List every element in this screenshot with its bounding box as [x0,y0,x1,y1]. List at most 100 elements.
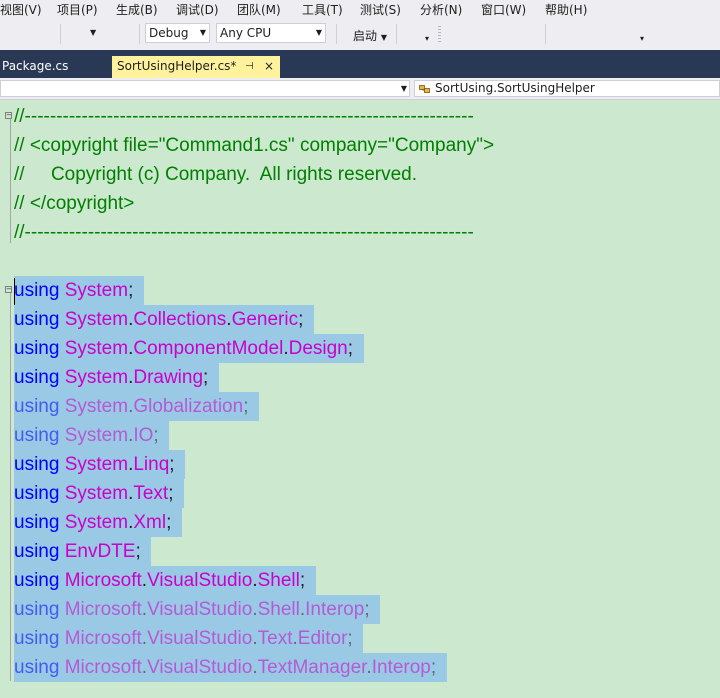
namespace-part: Text [257,628,293,649]
toolbar-separator [396,24,397,44]
outline-line [10,119,11,243]
menu-project[interactable]: 项目(P) [57,1,98,18]
tab-label: Package.cs [2,59,69,73]
tab-sortusinghelper[interactable]: SortUsingHelper.cs* ⊣ × [112,56,280,78]
using-directive: using System.ComponentModel.Design; [14,338,354,359]
outline-line [10,293,11,681]
pin-icon[interactable]: ⊣ [245,56,254,77]
comment-line: // </copyright> [14,193,135,214]
namespace-part: Microsoft [64,657,142,678]
menu-bar: 视图(V) 项目(P) 生成(B) 调试(D) 团队(M) 工具(T) 测试(S… [0,0,720,18]
collapse-toggle[interactable]: − [5,286,12,293]
class-icon [419,85,430,93]
namespace-part: Generic [231,309,299,330]
comment-line: // <copyright file="Command1.cs" company… [14,135,495,156]
type-label: SortUsing.SortUsingHelper [435,81,595,95]
using-keyword: using [14,628,60,649]
document-tab-strip: Package.cs SortUsingHelper.cs* ⊣ × [0,50,720,78]
collapse-toggle[interactable]: − [5,112,12,119]
tab-label: SortUsingHelper.cs* [117,59,237,73]
namespace-part: IO [133,425,154,446]
namespace-part: Editor [297,628,348,649]
project-dropdown[interactable]: ▼ [0,80,410,97]
namespace-part: Linq [133,454,170,475]
menu-tools[interactable]: 工具(T) [302,1,343,18]
text-caret [14,278,15,305]
namespace-part: System [64,309,129,330]
using-directive: using Microsoft.VisualStudio.TextManager… [14,657,437,678]
namespace-part: Microsoft [64,628,142,649]
using-directive: using System.Drawing; [14,367,209,388]
menu-view[interactable]: 视图(V) [0,1,42,18]
using-keyword: using [14,599,60,620]
using-directive: using System.IO; [14,425,159,446]
namespace-part: Text [133,483,169,504]
using-keyword: using [14,396,60,417]
using-directive: using Microsoft.VisualStudio.Shell; [14,570,306,591]
namespace-part: Design [288,338,348,359]
namespace-part: System [64,338,129,359]
dropdown-arrow-icon[interactable]: ▼ [90,28,96,37]
chevron-down-icon: ▼ [380,33,387,42]
using-directive: using System.Text; [14,483,174,504]
platform-value: Any CPU [220,26,272,40]
start-button[interactable]: 启动 ▼ [353,27,387,44]
toolbar-separator [336,24,337,44]
menu-help[interactable]: 帮助(H) [545,1,587,18]
menu-analyze[interactable]: 分析(N) [420,1,462,18]
toolbar-separator [60,24,61,44]
namespace-part: Globalization [133,396,244,417]
menu-test[interactable]: 测试(S) [360,1,401,18]
comment-line: // Copyright (c) Company. All rights res… [14,164,418,185]
toolbar-separator [545,24,546,44]
toolbar-separator [139,24,140,44]
menu-build[interactable]: 生成(B) [116,1,158,18]
toolbar: ▼ Debug ▼ Any CPU ▼ 启动 ▼ ▾ ▾ [0,18,720,50]
namespace-part: System [64,280,129,301]
type-dropdown[interactable]: SortUsing.SortUsingHelper [414,80,720,97]
namespace-part: VisualStudio [147,599,253,620]
comment-line: //--------------------------------------… [14,106,474,127]
namespace-part: System [64,512,129,533]
menu-window[interactable]: 窗口(W) [481,1,526,18]
close-icon[interactable]: × [264,56,274,77]
platform-dropdown[interactable]: Any CPU ▼ [216,23,326,43]
using-keyword: using [14,483,60,504]
namespace-part: Shell [257,570,300,591]
using-directive: using System; [14,280,134,301]
using-keyword: using [14,454,60,475]
namespace-part: VisualStudio [147,657,253,678]
using-keyword: using [14,570,60,591]
using-keyword: using [14,541,60,562]
namespace-part: System [64,367,129,388]
menu-team[interactable]: 团队(M) [237,1,281,18]
using-directive: using System.Xml; [14,512,172,533]
chevron-down-icon: ▼ [315,28,322,37]
chevron-down-icon: ▼ [199,28,206,37]
navigation-bar: ▼ SortUsing.SortUsingHelper [0,78,720,100]
menu-debug[interactable]: 调试(D) [176,1,219,18]
namespace-part: System [64,396,129,417]
namespace-part: System [64,454,129,475]
toolbar-grip[interactable] [438,26,441,44]
using-keyword: using [14,338,60,359]
namespace-part: Xml [133,512,167,533]
using-directive: using System.Globalization; [14,396,249,417]
namespace-part: ComponentModel [133,338,284,359]
chevron-down-icon: ▼ [400,84,407,93]
configuration-dropdown[interactable]: Debug ▼ [145,23,210,43]
using-keyword: using [14,425,60,446]
toolbar-overflow-icon[interactable]: ▾ [425,34,429,43]
namespace-part: Microsoft [64,570,142,591]
using-keyword: using [14,657,60,678]
code-editor[interactable]: − − //----------------------------------… [0,100,720,698]
comment-line: //--------------------------------------… [14,222,474,243]
tab-package[interactable]: Package.cs [0,56,68,78]
namespace-part: Collections [133,309,227,330]
using-keyword: using [14,309,60,330]
namespace-part: Interop [371,657,431,678]
toolbar-overflow-icon[interactable]: ▾ [640,34,644,43]
namespace-part: Drawing [133,367,204,388]
using-directive: using System.Collections.Generic; [14,309,304,330]
namespace-part: EnvDTE [64,541,136,562]
